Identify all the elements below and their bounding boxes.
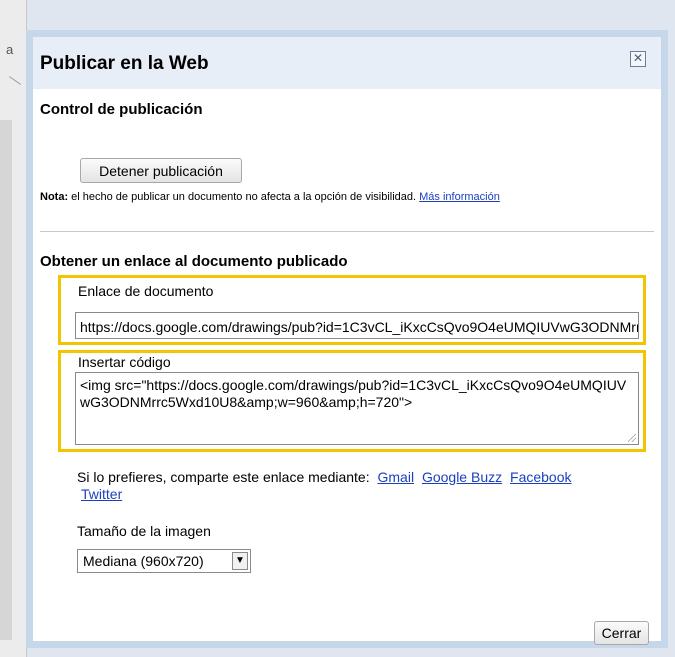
section-divider (40, 231, 654, 232)
image-size-label: Tamaño de la imagen (77, 523, 211, 539)
publish-dialog: Publicar en la Web ✕ Control de publicac… (26, 30, 668, 648)
background-line (8, 76, 22, 85)
document-link-field[interactable]: https://docs.google.com/drawings/pub?id=… (75, 312, 639, 339)
dialog-titlebar: Publicar en la Web ✕ (33, 37, 661, 89)
publish-note: Nota: el hecho de publicar un documento … (40, 191, 500, 203)
background-page: a (0, 0, 27, 657)
dialog-title: Publicar en la Web (40, 53, 209, 74)
share-links: Si lo prefieres, comparte este enlace me… (77, 469, 597, 503)
embed-code-value: <img src="https://docs.google.com/drawin… (80, 377, 627, 410)
note-label: Nota: (40, 191, 69, 203)
embed-code-label: Insertar código (78, 354, 171, 370)
embed-code-textarea[interactable]: <img src="https://docs.google.com/drawin… (75, 372, 639, 445)
dialog-content: Control de publicación Detener publicaci… (33, 89, 661, 645)
document-link-label: Enlace de documento (78, 283, 214, 299)
share-link-twitter[interactable]: Twitter (81, 486, 122, 502)
more-info-link[interactable]: Más información (419, 191, 500, 203)
background-shade (0, 120, 12, 640)
stop-publishing-button[interactable]: Detener publicación (80, 158, 242, 183)
share-text: Si lo prefieres, comparte este enlace me… (77, 469, 370, 485)
share-link-facebook[interactable]: Facebook (510, 469, 571, 485)
published-link-heading: Obtener un enlace al documento publicado (40, 253, 348, 270)
background-text-fragment: a (6, 42, 14, 57)
note-text: el hecho de publicar un documento no afe… (68, 191, 417, 203)
publish-control-heading: Control de publicación (40, 101, 203, 118)
close-icon[interactable]: ✕ (630, 51, 646, 67)
chevron-down-icon[interactable]: ▼ (232, 552, 248, 570)
close-button[interactable]: Cerrar (594, 621, 649, 645)
image-size-select[interactable]: Mediana (960x720) ▼ (77, 549, 251, 573)
share-link-google-buzz[interactable]: Google Buzz (422, 469, 502, 485)
share-link-gmail[interactable]: Gmail (378, 469, 415, 485)
resize-grip-icon[interactable] (628, 434, 636, 442)
image-size-value: Mediana (960x720) (83, 553, 204, 569)
